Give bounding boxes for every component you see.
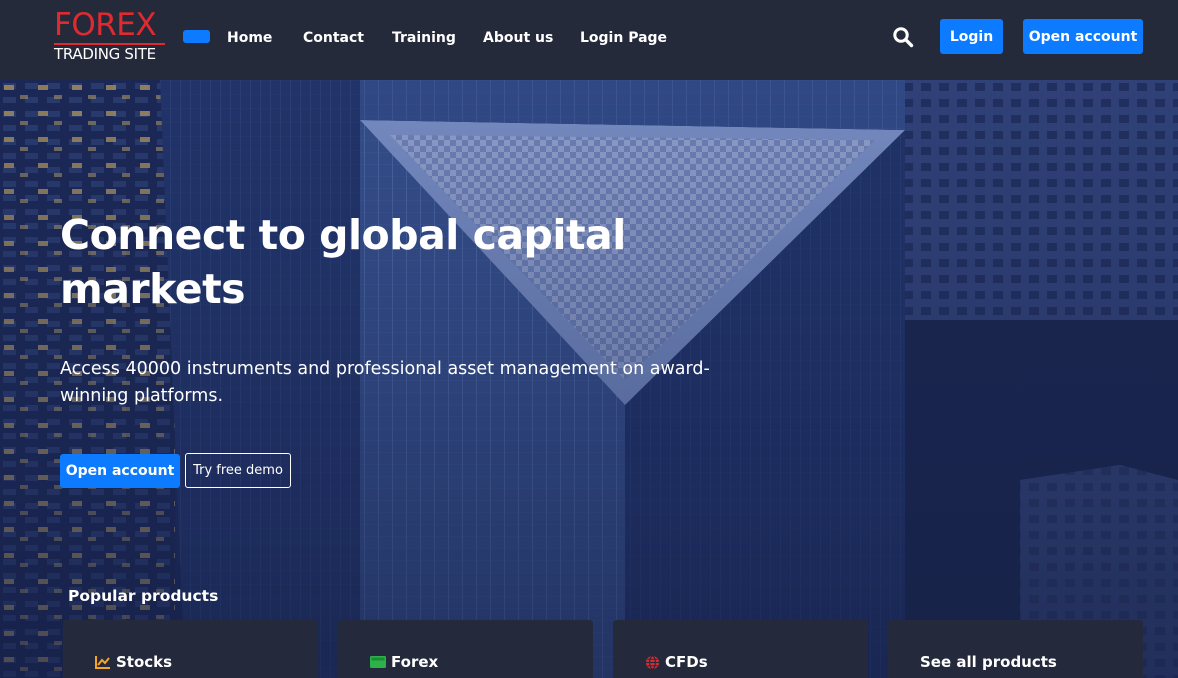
product-card-label: Stocks xyxy=(116,653,173,671)
product-card-label: CFDs xyxy=(665,653,708,671)
chart-line-icon xyxy=(95,656,110,669)
product-card-cfds[interactable]: CFDs xyxy=(613,620,868,678)
nav-home[interactable]: Home xyxy=(227,28,272,48)
nav-training[interactable]: Training xyxy=(392,28,456,48)
globe-icon xyxy=(645,654,660,670)
nav-contact[interactable]: Contact xyxy=(303,28,364,48)
search-icon[interactable] xyxy=(892,26,914,48)
nav-login-page[interactable]: Login Page xyxy=(580,28,667,48)
popular-products-heading: Popular products xyxy=(68,587,219,605)
product-card-title: Stocks xyxy=(95,652,172,672)
product-card-title: See all products xyxy=(920,652,1057,672)
logo-forex-text: FOREX xyxy=(54,7,157,43)
product-card-forex[interactable]: Forex xyxy=(338,620,593,678)
header-open-account-button[interactable]: Open account xyxy=(1023,19,1143,54)
product-card-see-all[interactable]: See all products xyxy=(888,620,1143,678)
product-card-title: Forex xyxy=(370,652,438,672)
logo-trading-site-text: TRADING SITE xyxy=(54,45,156,63)
product-card-stocks[interactable]: Stocks xyxy=(63,620,318,678)
hero-subtitle: Access 40000 instruments and professiona… xyxy=(60,359,710,406)
menu-toggle-icon[interactable] xyxy=(183,30,210,43)
hero-title: Connect to global capital markets xyxy=(60,211,626,313)
product-card-label: Forex xyxy=(391,653,439,671)
try-free-demo-button[interactable]: Try free demo xyxy=(185,453,291,488)
hero-section: Connect to global capital markets Access… xyxy=(0,80,1178,678)
site-header: FOREX TRADING SITE Home Contact Training… xyxy=(0,0,1178,80)
nav-about-us[interactable]: About us xyxy=(483,28,553,48)
product-card-title: CFDs xyxy=(645,652,708,672)
site-logo[interactable]: FOREX TRADING SITE xyxy=(54,8,166,64)
login-button[interactable]: Login xyxy=(940,19,1003,54)
hero-open-account-button[interactable]: Open account xyxy=(60,454,180,488)
money-bill-icon xyxy=(370,656,386,668)
product-card-label: See all products xyxy=(920,653,1057,671)
